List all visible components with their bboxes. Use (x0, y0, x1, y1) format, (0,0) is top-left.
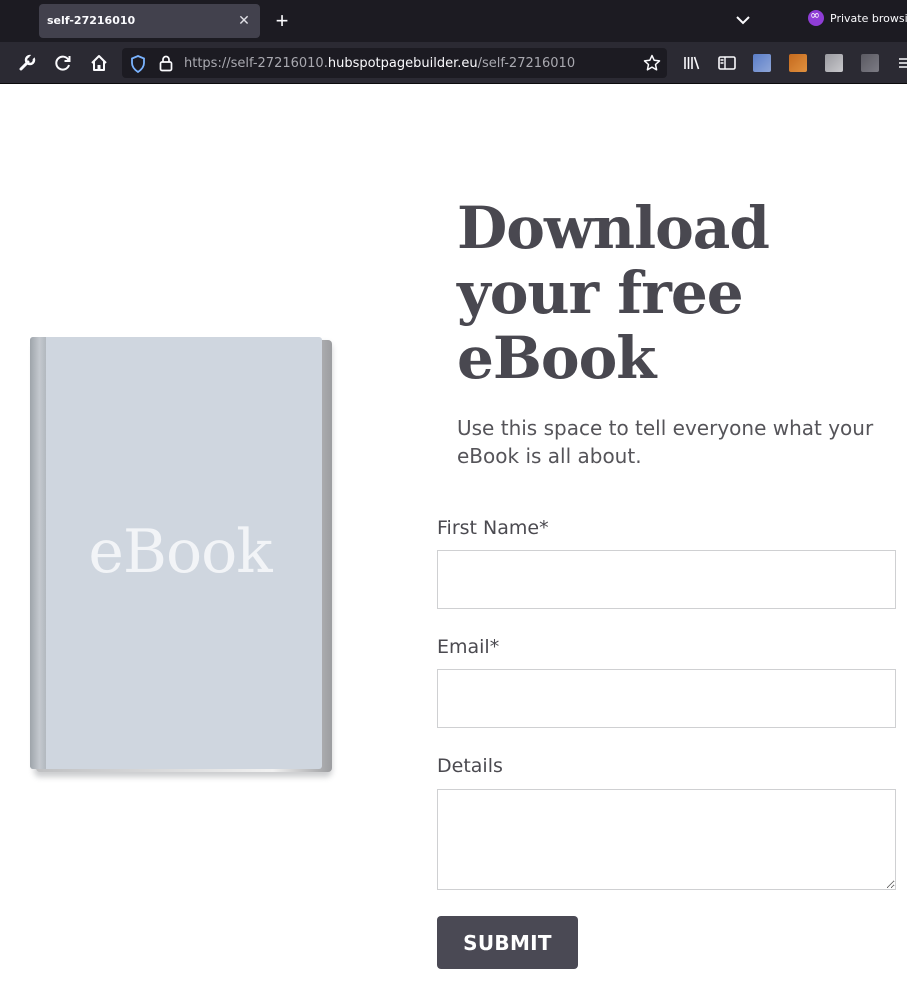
reload-icon[interactable] (52, 52, 74, 74)
first-name-field[interactable] (437, 550, 896, 609)
home-icon[interactable] (88, 52, 110, 74)
navigation-toolbar: https://self-27216010.hubspotpagebuilder… (0, 42, 907, 84)
shield-icon[interactable] (130, 55, 146, 78)
sidebar-icon[interactable] (716, 52, 738, 74)
address-bar[interactable]: https://self-27216010.hubspotpagebuilder… (122, 48, 667, 78)
url-path: /self-27216010 (477, 56, 576, 71)
tab-title: self-27216010 (47, 14, 136, 27)
menu-icon[interactable] (897, 52, 907, 74)
email-label: Email* (437, 636, 500, 658)
page-description: Use this space to tell everyone what you… (457, 416, 874, 468)
star-icon[interactable] (643, 54, 661, 77)
page-title: Download your free eBook (457, 196, 897, 391)
extension-icon-2[interactable] (789, 54, 807, 72)
list-all-tabs-icon[interactable] (733, 10, 753, 30)
url-text[interactable]: https://self-27216010.hubspotpagebuilder… (184, 56, 575, 71)
details-label: Details (437, 755, 503, 777)
email-field[interactable] (437, 669, 896, 728)
active-tab[interactable]: self-27216010 ✕ (39, 4, 260, 38)
ebook-cover-image: eBook (30, 337, 332, 777)
private-mask-icon (808, 8, 824, 26)
extension-icon-4[interactable] (861, 54, 879, 72)
headline-line-2: your free (457, 259, 744, 327)
url-prefix: https://self-27216010. (184, 56, 328, 71)
private-browsing-indicator: Private browsi (808, 8, 907, 31)
submit-button[interactable]: SUBMIT (437, 916, 578, 969)
extension-icon-3[interactable] (825, 54, 843, 72)
private-browsing-label: Private browsi (830, 12, 907, 25)
library-icon[interactable] (681, 52, 703, 74)
new-tab-icon[interactable]: + (272, 10, 292, 32)
close-tab-icon[interactable]: ✕ (236, 12, 252, 28)
tab-bar: self-27216010 ✕ + Private browsi (0, 0, 907, 42)
details-textarea[interactable] (437, 789, 896, 890)
first-name-label: First Name* (437, 517, 549, 539)
headline-line-3: eBook (457, 324, 656, 392)
url-host: hubspotpagebuilder.eu (327, 56, 478, 71)
wrench-icon[interactable] (16, 52, 38, 74)
book-cover: eBook (30, 337, 322, 769)
lock-icon[interactable] (158, 54, 174, 77)
book-cover-text: eBook (88, 517, 272, 587)
extension-icon-1[interactable] (753, 54, 771, 72)
headline-line-1: Download (457, 194, 770, 262)
